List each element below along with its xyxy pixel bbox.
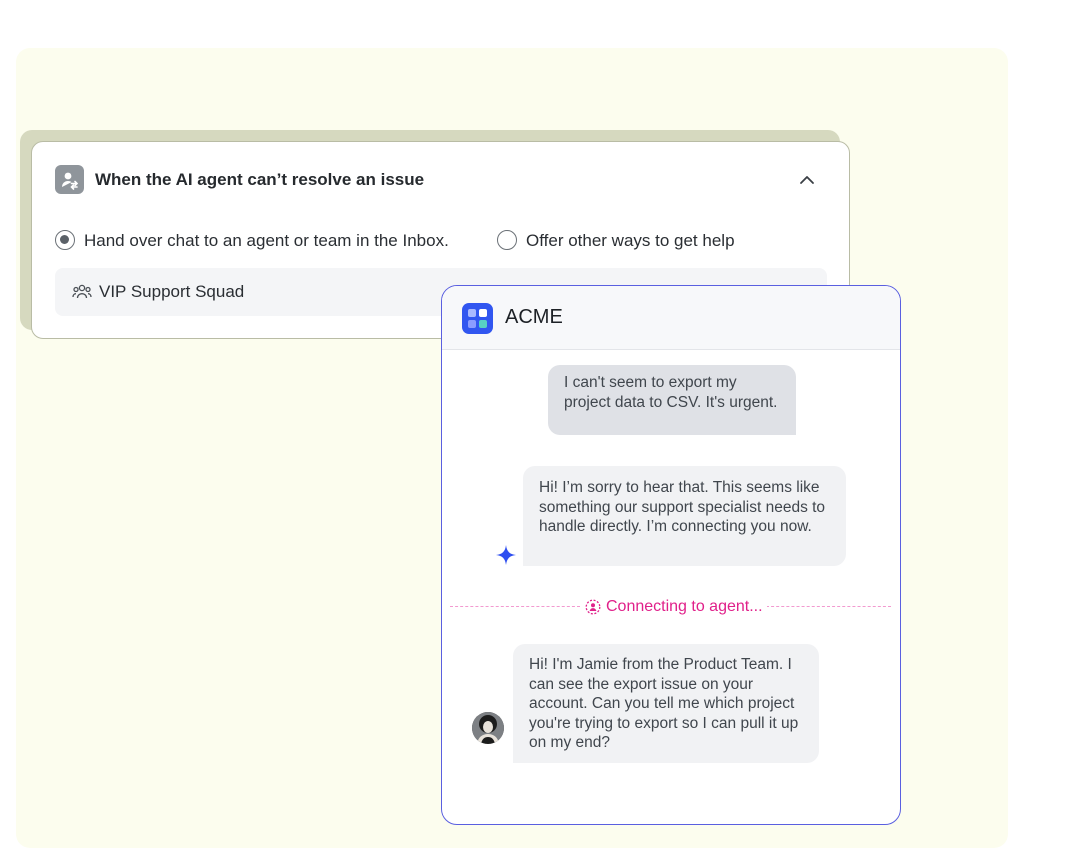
chat-brand: ACME [505,306,563,328]
chat-widget: ACME I can't seem to export my project d… [441,285,901,825]
connecting-label: Connecting to agent... [606,598,763,615]
radio-other-help[interactable] [497,230,517,250]
handover-options: Hand over chat to an agent or team in th… [55,230,835,252]
divider-left [450,606,580,607]
agent-avatar [472,712,504,744]
chevron-up-icon[interactable] [798,171,816,189]
radio-other-help-label[interactable]: Offer other ways to get help [526,231,735,251]
agent-message: Hi! I'm Jamie from the Product Team. I c… [513,644,819,763]
card-title: When the AI agent can’t resolve an issue [95,170,425,189]
ai-message: Hi! I’m sorry to hear that. This seems l… [523,466,846,566]
agent-connecting-icon [585,599,601,615]
acme-logo-icon [462,303,493,334]
chat-header: ACME [442,286,900,350]
card-header[interactable]: When the AI agent can’t resolve an issue [55,165,826,195]
radio-handover-label[interactable]: Hand over chat to an agent or team in th… [84,231,449,251]
team-icon [72,284,92,299]
user-message: I can't seem to export my project data t… [548,365,796,435]
radio-handover[interactable] [55,230,75,250]
divider-right [766,606,891,607]
connecting-status: Connecting to agent... [581,597,767,617]
team-name: VIP Support Squad [99,282,245,301]
user-handover-icon [55,165,84,194]
sparkle-icon [496,545,516,565]
